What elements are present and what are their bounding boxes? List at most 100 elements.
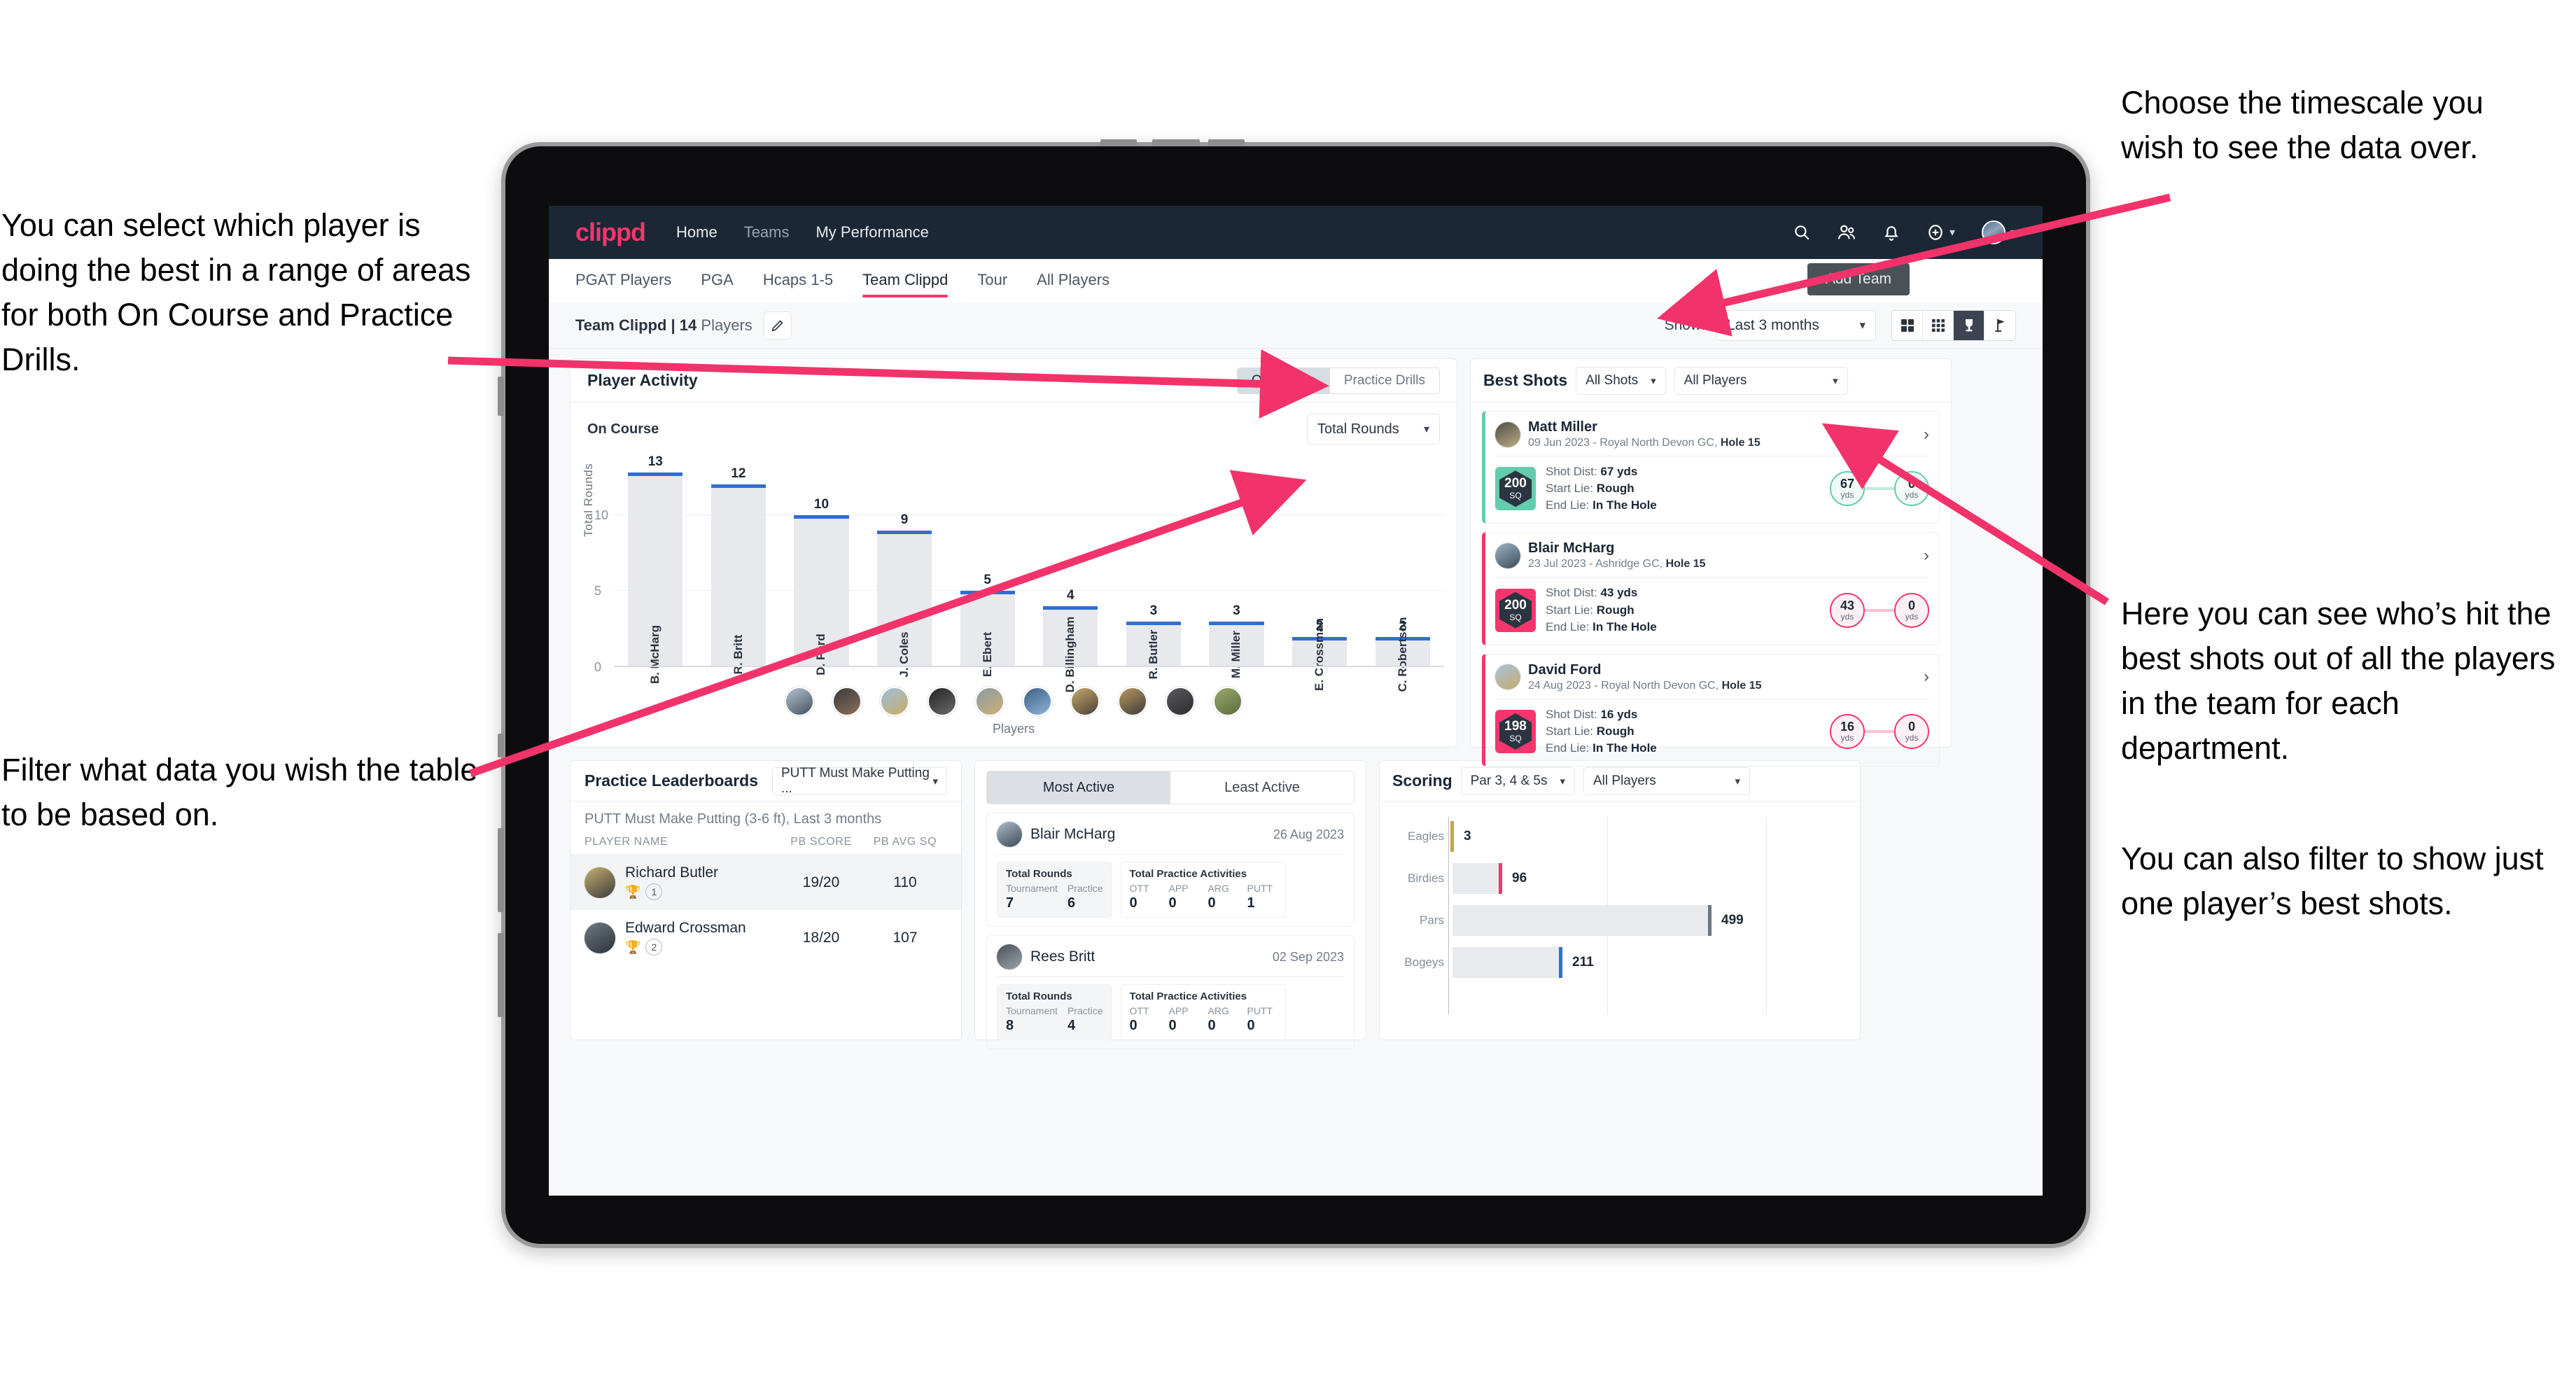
grid-2x2-icon[interactable] bbox=[1892, 310, 1923, 340]
tab-all-players[interactable]: All Players bbox=[1037, 261, 1110, 300]
tab-pgat-players[interactable]: PGAT Players bbox=[575, 261, 671, 300]
player-avatar[interactable] bbox=[1023, 687, 1052, 716]
team-toolbar: Team Clippd | 14 Players Show: Last 3 mo… bbox=[549, 302, 2043, 349]
bar: J. Coles bbox=[876, 531, 932, 678]
bar-column[interactable]: 4 D. Billingham bbox=[1029, 454, 1112, 692]
player-avatar[interactable] bbox=[785, 687, 814, 716]
nav-link-my-performance[interactable]: My Performance bbox=[816, 223, 928, 241]
best-shot-header: Matt Miller 09 Jun 2023 - Royal North Dev… bbox=[1495, 419, 1929, 449]
nav-link-teams[interactable]: Teams bbox=[744, 223, 790, 241]
bar-column[interactable]: 2 C. Robertson bbox=[1361, 454, 1444, 692]
flag-icon[interactable] bbox=[1984, 310, 2015, 340]
people-icon[interactable] bbox=[1837, 223, 1856, 241]
end-lie-line: End Lie: In The Hole bbox=[1546, 497, 1657, 514]
table-row[interactable]: Richard Butler 🏆 1 19/20 110 bbox=[570, 855, 961, 910]
shot-quality-value: 200 bbox=[1504, 597, 1527, 612]
best-shot-card[interactable]: Blair McHarg 23 Jul 2023 - Ashridge GC, H… bbox=[1482, 532, 1940, 645]
player-avatar[interactable] bbox=[927, 687, 957, 716]
timescale-select[interactable]: Last 3 months ▾ bbox=[1716, 309, 1876, 341]
device-button-top-2 bbox=[1152, 139, 1200, 146]
tab-most-active[interactable]: Most Active bbox=[987, 771, 1170, 804]
best-shots-shot-filter[interactable]: All Shots ▾ bbox=[1576, 366, 1666, 395]
scoring-bar-cap bbox=[1450, 821, 1454, 852]
bar-column[interactable]: 10 D. Ford bbox=[780, 454, 863, 676]
bar-column[interactable]: 13 B. McHarg bbox=[614, 454, 697, 684]
bar: R. Butler bbox=[1126, 622, 1181, 679]
y-tick-10: 10 bbox=[594, 507, 609, 522]
bar-label: B. McHarg bbox=[648, 624, 662, 685]
player-avatar[interactable] bbox=[880, 687, 909, 716]
scoring-track: 96 bbox=[1452, 863, 1847, 894]
distance-to-value: 0 bbox=[1907, 477, 1915, 491]
tab-least-active[interactable]: Least Active bbox=[1170, 771, 1354, 804]
tab-tour[interactable]: Tour bbox=[977, 261, 1007, 300]
segment-on-course[interactable]: On Course bbox=[1238, 368, 1330, 393]
drill-select[interactable]: PUTT Must Make Putting ... ▾ bbox=[772, 766, 947, 796]
best-shot-hole: Hole 15 bbox=[1721, 679, 1762, 692]
player-avatar[interactable] bbox=[1166, 687, 1195, 716]
leaderboard-rows: Richard Butler 🏆 1 19/20 110 Edward Crossman 🏆… bbox=[570, 855, 961, 965]
nav-link-home[interactable]: Home bbox=[676, 223, 718, 241]
end-lie-value: In The Hole bbox=[1592, 741, 1657, 755]
player-avatar bbox=[1495, 421, 1520, 447]
search-icon[interactable] bbox=[1793, 223, 1811, 241]
metric-select-value: Total Rounds bbox=[1317, 421, 1399, 437]
bell-icon[interactable] bbox=[1883, 223, 1900, 241]
tab-hcaps-1-5[interactable]: Hcaps 1-5 bbox=[763, 261, 833, 300]
player-activity-header: Player Activity On Course Practice Drill… bbox=[570, 359, 1457, 402]
activity-player-name: Blair McHarg bbox=[1030, 826, 1116, 842]
distance-connector bbox=[1865, 608, 1894, 612]
pencil-icon[interactable] bbox=[763, 311, 792, 340]
chevron-right-icon[interactable]: › bbox=[1924, 546, 1929, 566]
grid-3x3-icon[interactable] bbox=[1923, 310, 1954, 340]
player-avatar[interactable] bbox=[1213, 687, 1242, 716]
metric-select[interactable]: Total Rounds ▾ bbox=[1307, 414, 1440, 444]
clippd-logo[interactable]: clippd bbox=[575, 218, 646, 247]
best-shot-course: Ashridge GC, bbox=[1595, 558, 1663, 570]
activity-player-card[interactable]: Blair McHarg 26 Aug 2023 Total Rounds Tourn… bbox=[986, 813, 1354, 927]
table-row[interactable]: Edward Crossman 🏆 2 18/20 107 bbox=[570, 910, 961, 965]
best-shots-player-filter[interactable]: All Players ▾ bbox=[1674, 366, 1848, 395]
distance-from-unit: yds bbox=[1840, 611, 1854, 622]
plus-circle-icon[interactable]: ▾ bbox=[1926, 223, 1955, 241]
team-label: Team Clippd | 14 Players bbox=[575, 316, 752, 335]
scoring-par-filter[interactable]: Par 3, 4 & 5s ▾ bbox=[1460, 766, 1575, 795]
best-shot-card[interactable]: Matt Miller 09 Jun 2023 - Royal North Dev… bbox=[1482, 411, 1940, 524]
dashboard-row-1: Player Activity On Course Practice Drill… bbox=[570, 358, 2022, 767]
leaderboard-badges: 🏆 1 bbox=[625, 883, 779, 900]
tab-team-clippd[interactable]: Team Clippd bbox=[862, 261, 948, 300]
activity-stats: Total Rounds Tournament 7 Practice 6 Total Pr… bbox=[997, 862, 1344, 918]
practice-stat-value: 0 bbox=[1168, 895, 1177, 911]
player-avatar[interactable] bbox=[975, 687, 1004, 716]
best-shot-card[interactable]: David Ford 24 Aug 2023 - Royal North Devo… bbox=[1482, 653, 1940, 767]
distance-to-circle: 0 yds bbox=[1894, 471, 1929, 507]
bar-column[interactable]: 5 E. Ebert bbox=[946, 454, 1029, 677]
bar-column[interactable]: 2 E. Crossman bbox=[1278, 454, 1362, 691]
activity-player-card[interactable]: Rees Britt 02 Sep 2023 Total Rounds Tournam… bbox=[986, 935, 1354, 1049]
segment-practice-drills[interactable]: Practice Drills bbox=[1329, 368, 1439, 393]
add-team-button[interactable]: Add Team bbox=[1807, 263, 1910, 295]
shot-dist-value: 16 yds bbox=[1600, 707, 1638, 721]
player-avatar[interactable] bbox=[832, 687, 862, 716]
shot-quality-unit: SQ bbox=[1509, 612, 1522, 622]
player-avatar[interactable] bbox=[1118, 687, 1147, 716]
start-lie-label: Start Lie: bbox=[1546, 724, 1594, 738]
bar-column[interactable]: 12 R. Britt bbox=[697, 454, 780, 674]
bar-cap bbox=[710, 484, 766, 488]
total-practice-columns: OTT 0 APP 0 ARG 0 PUTT 0 bbox=[1130, 1005, 1277, 1034]
practice-stat-key: PUTT bbox=[1247, 883, 1273, 894]
chevron-right-icon[interactable]: › bbox=[1924, 667, 1929, 687]
avatar[interactable]: ▾ bbox=[1981, 220, 2016, 244]
total-practice-box: Total Practice Activities OTT 0 APP 0 ARG 0 PUT… bbox=[1120, 984, 1286, 1040]
scoring-player-filter[interactable]: All Players ▾ bbox=[1583, 766, 1750, 795]
best-shots-list: Matt Miller 09 Jun 2023 - Royal North Dev… bbox=[1471, 411, 1951, 767]
chevron-right-icon[interactable]: › bbox=[1924, 425, 1929, 444]
bar-column[interactable]: 9 J. Coles bbox=[863, 454, 946, 678]
bar-column[interactable]: 3 R. Butler bbox=[1112, 454, 1196, 679]
bar-column[interactable]: 3 M. Miller bbox=[1195, 454, 1278, 678]
tab-pga[interactable]: PGA bbox=[701, 261, 733, 300]
start-lie-value: Rough bbox=[1596, 603, 1634, 617]
trophy-icon[interactable] bbox=[1954, 310, 1984, 340]
end-lie-label: End Lie: bbox=[1546, 498, 1590, 512]
best-shot-player-name: Matt Miller bbox=[1528, 419, 1597, 435]
